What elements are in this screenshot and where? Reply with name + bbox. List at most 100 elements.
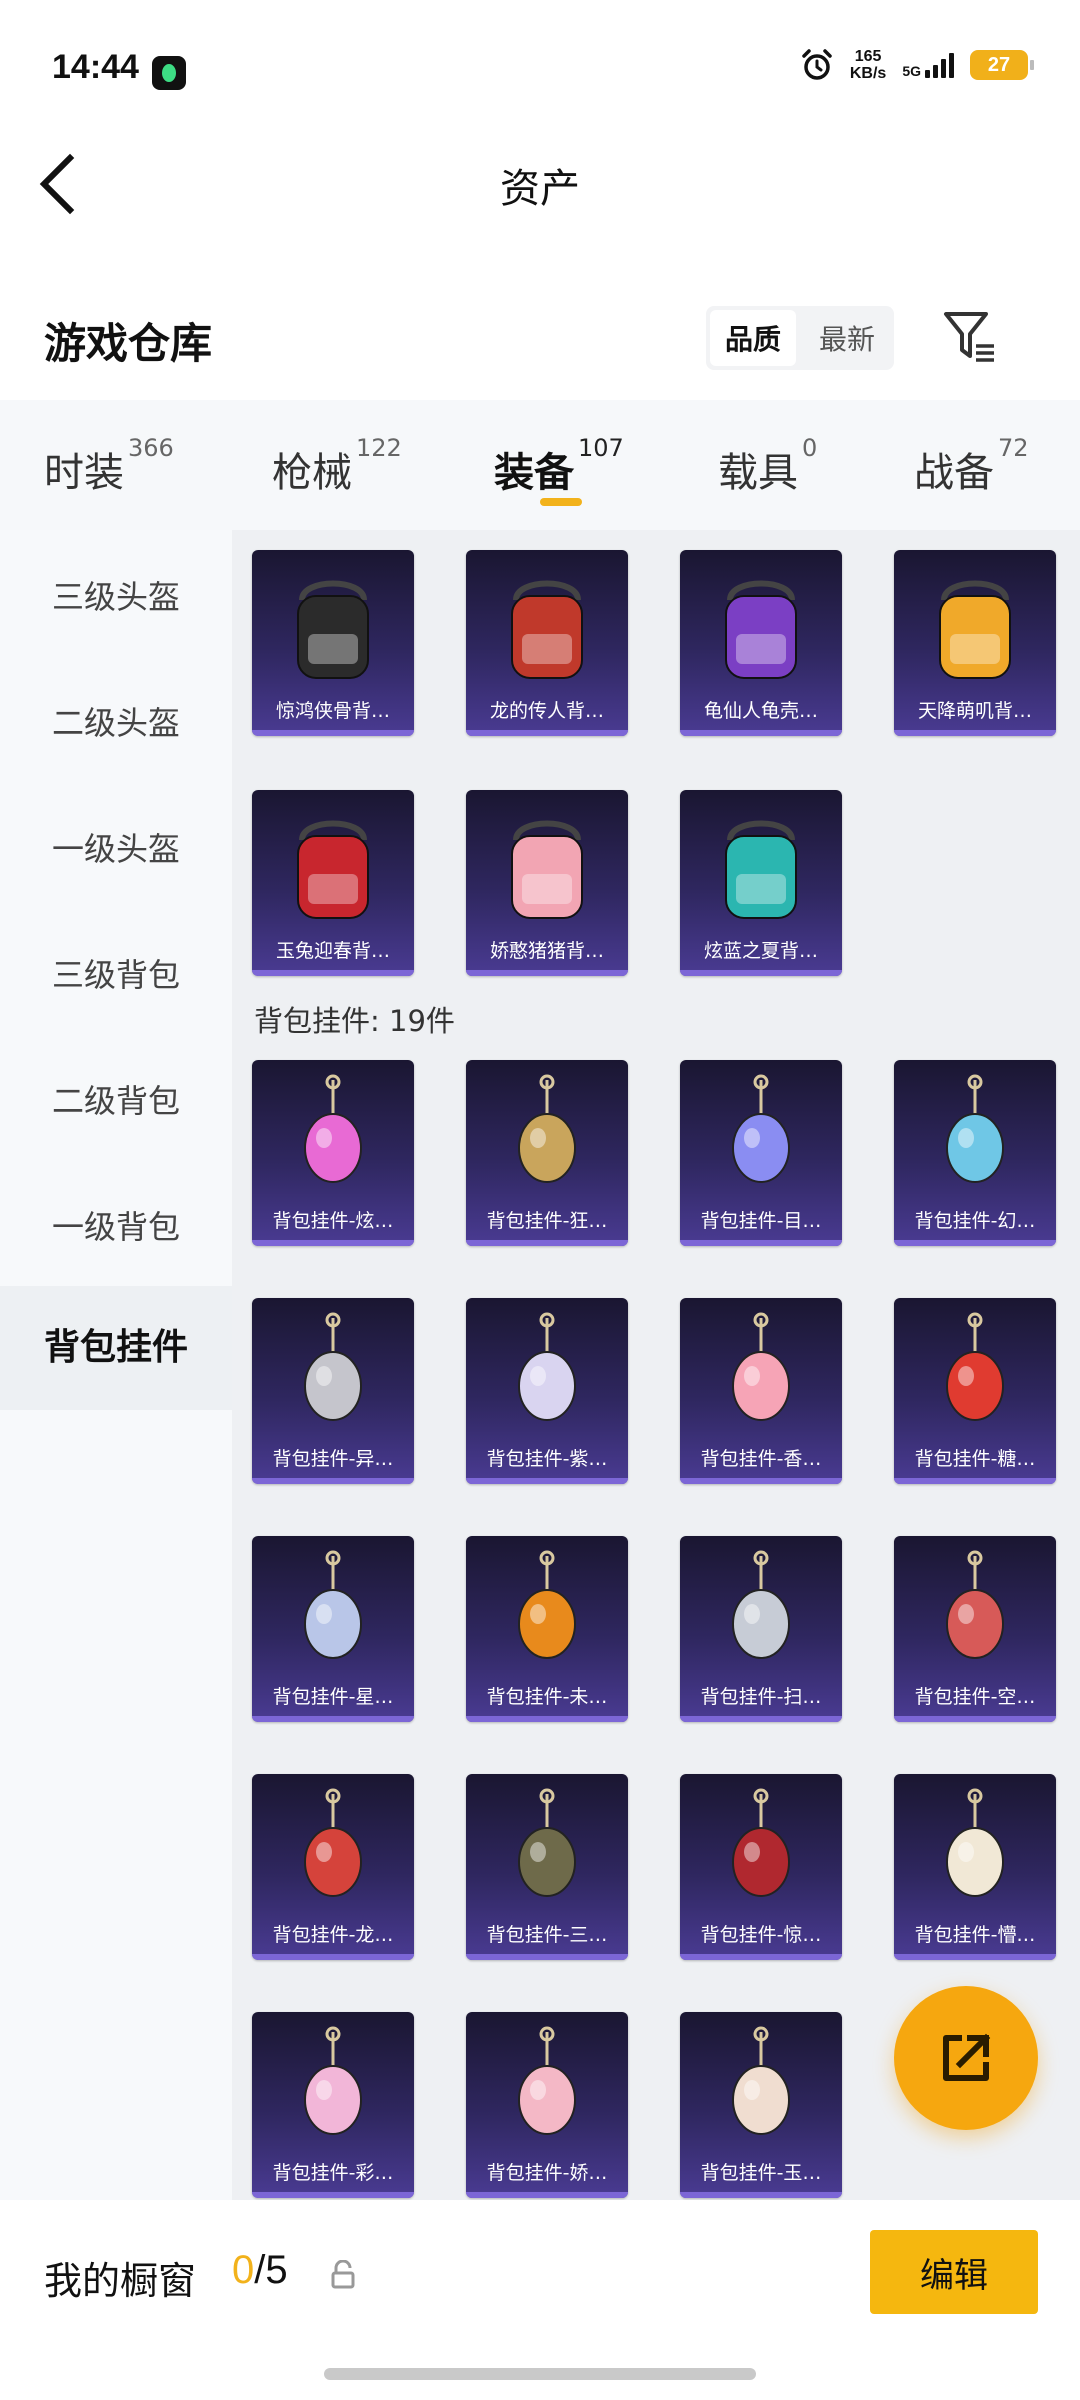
rarity-stripe <box>252 2192 414 2198</box>
rarity-stripe <box>680 730 842 736</box>
tab-equipment[interactable]: 装备107 <box>494 434 624 498</box>
item-card[interactable]: 背包挂件-星… <box>252 1536 414 1722</box>
sort-quality-button[interactable]: 品质 <box>710 310 796 366</box>
item-card[interactable]: 背包挂件-龙… <box>252 1774 414 1960</box>
gun-pendant-icon <box>946 1550 1004 1659</box>
sidebar-item-level3-helmet[interactable]: 三级头盔 <box>0 572 232 618</box>
warehouse-title: 游戏仓库 <box>44 319 213 368</box>
item-name: 背包挂件-彩… <box>272 2162 394 2184</box>
pig-pendant-icon <box>518 2026 576 2135</box>
item-card[interactable]: 天降萌叽背… <box>894 550 1056 736</box>
item-name: 龟仙人龟壳… <box>703 700 818 722</box>
sort-newest-button[interactable]: 最新 <box>804 310 890 366</box>
item-card[interactable]: 背包挂件-玉… <box>680 2012 842 2198</box>
showcase-current: 0 <box>232 2248 255 2292</box>
item-card[interactable]: 炫蓝之夏背… <box>680 790 842 976</box>
tab-count: 122 <box>356 434 402 462</box>
item-card[interactable]: 背包挂件-糖… <box>894 1298 1056 1484</box>
item-card[interactable]: 背包挂件-紫… <box>466 1298 628 1484</box>
tab-label: 载具 <box>718 450 798 496</box>
robot-pendant-icon <box>946 1074 1004 1183</box>
rarity-stripe <box>680 970 842 976</box>
active-tab-indicator <box>540 498 582 506</box>
backpack-yellow-icon <box>939 580 1011 679</box>
item-card[interactable]: 龟仙人龟壳… <box>680 550 842 736</box>
bottom-bar: 我的橱窗 0/5 编辑 <box>0 2200 1080 2400</box>
rarity-stripe <box>252 1240 414 1246</box>
ring-pendant-icon <box>732 1074 790 1183</box>
rarity-stripe <box>466 1716 628 1722</box>
net-speed-value: 165 <box>854 48 882 65</box>
page-title: 资产 <box>500 166 580 212</box>
item-card[interactable]: 背包挂件-狂… <box>466 1060 628 1246</box>
sidebar-item-level1-backpack[interactable]: 一级背包 <box>0 1202 232 1248</box>
category-tabs: 时装366 枪械122 装备107 载具0 战备72 <box>0 400 1080 530</box>
rarity-stripe <box>894 1954 1056 1960</box>
pendant-section-header: 背包挂件: 19件 <box>254 1004 455 1038</box>
sidebar-item-level2-helmet[interactable]: 二级头盔 <box>0 698 232 744</box>
helmet-pendant-icon <box>518 1788 576 1897</box>
item-name: 背包挂件-目… <box>700 1210 822 1232</box>
sidebar-item-level1-helmet[interactable]: 一级头盔 <box>0 824 232 870</box>
rabbit-pendant-icon <box>732 2026 790 2135</box>
item-name: 背包挂件-幻… <box>914 1210 1036 1232</box>
item-card[interactable]: 玉兔迎春背… <box>252 790 414 976</box>
filter-icon[interactable] <box>942 308 998 364</box>
item-name: 背包挂件-三… <box>486 1924 608 1946</box>
item-card[interactable]: 龙的传人背… <box>466 550 628 736</box>
gourd-pendant-icon <box>946 1312 1004 1421</box>
item-name: 背包挂件-扫… <box>700 1686 822 1708</box>
rarity-stripe <box>680 1478 842 1484</box>
sort-toggle: 品质 最新 <box>706 306 894 370</box>
sidebar-item-level3-backpack[interactable]: 三级背包 <box>0 950 232 996</box>
tab-count: 0 <box>802 434 818 462</box>
signal-bars-icon <box>925 52 954 78</box>
paw-pendant-icon <box>304 2026 362 2135</box>
sidebar-item-backpack-pendant[interactable]: 背包挂件 <box>0 1286 232 1410</box>
item-name: 背包挂件-懵… <box>914 1924 1036 1946</box>
edit-button[interactable]: 编辑 <box>870 2230 1038 2314</box>
item-card[interactable]: 背包挂件-懵… <box>894 1774 1056 1960</box>
rarity-stripe <box>466 1240 628 1246</box>
item-card[interactable]: 背包挂件-未… <box>466 1536 628 1722</box>
item-card[interactable]: 背包挂件-幻… <box>894 1060 1056 1246</box>
showcase-max: 5 <box>265 2248 288 2292</box>
item-card[interactable]: 背包挂件-空… <box>894 1536 1056 1722</box>
tab-fashion[interactable]: 时装366 <box>44 434 174 498</box>
tab-firearms[interactable]: 枪械122 <box>272 434 402 498</box>
alarm-icon <box>802 49 832 80</box>
item-card[interactable]: 惊鸿侠骨背… <box>252 550 414 736</box>
item-card[interactable]: 背包挂件-彩… <box>252 2012 414 2198</box>
item-card[interactable]: 背包挂件-目… <box>680 1060 842 1246</box>
tab-vehicles[interactable]: 载具0 <box>718 434 817 498</box>
showcase-separator: / <box>254 2248 266 2292</box>
item-card[interactable]: 背包挂件-异… <box>252 1298 414 1484</box>
rarity-stripe <box>252 1716 414 1722</box>
item-card[interactable]: 背包挂件-三… <box>466 1774 628 1960</box>
rarity-stripe <box>894 730 1056 736</box>
tab-supplies[interactable]: 战备72 <box>914 434 1029 498</box>
item-name: 背包挂件-异… <box>272 1448 394 1470</box>
item-name: 背包挂件-惊… <box>700 1924 822 1946</box>
share-button[interactable] <box>894 1986 1038 2130</box>
tab-count: 107 <box>578 434 624 462</box>
item-name: 背包挂件-空… <box>914 1686 1036 1708</box>
item-card[interactable]: 背包挂件-香… <box>680 1298 842 1484</box>
backpack-purple-icon <box>725 580 797 679</box>
flower-pendant-icon <box>732 1312 790 1421</box>
sidebar-item-level2-backpack[interactable]: 二级背包 <box>0 1076 232 1122</box>
rocket-pendant-icon <box>304 1550 362 1659</box>
music-app-icon <box>152 56 186 90</box>
rarity-stripe <box>894 1716 1056 1722</box>
rarity-stripe <box>680 1240 842 1246</box>
item-card[interactable]: 娇憨猪猪背… <box>466 790 628 976</box>
item-card[interactable]: 背包挂件-惊… <box>680 1774 842 1960</box>
tab-label: 装备 <box>494 450 574 496</box>
signal: 5G <box>902 52 954 78</box>
rarity-stripe <box>894 1478 1056 1484</box>
home-indicator[interactable] <box>324 2368 756 2380</box>
item-card[interactable]: 背包挂件-娇… <box>466 2012 628 2198</box>
item-card[interactable]: 背包挂件-炫… <box>252 1060 414 1246</box>
item-card[interactable]: 背包挂件-扫… <box>680 1536 842 1722</box>
bell-pendant-icon <box>518 1312 576 1421</box>
